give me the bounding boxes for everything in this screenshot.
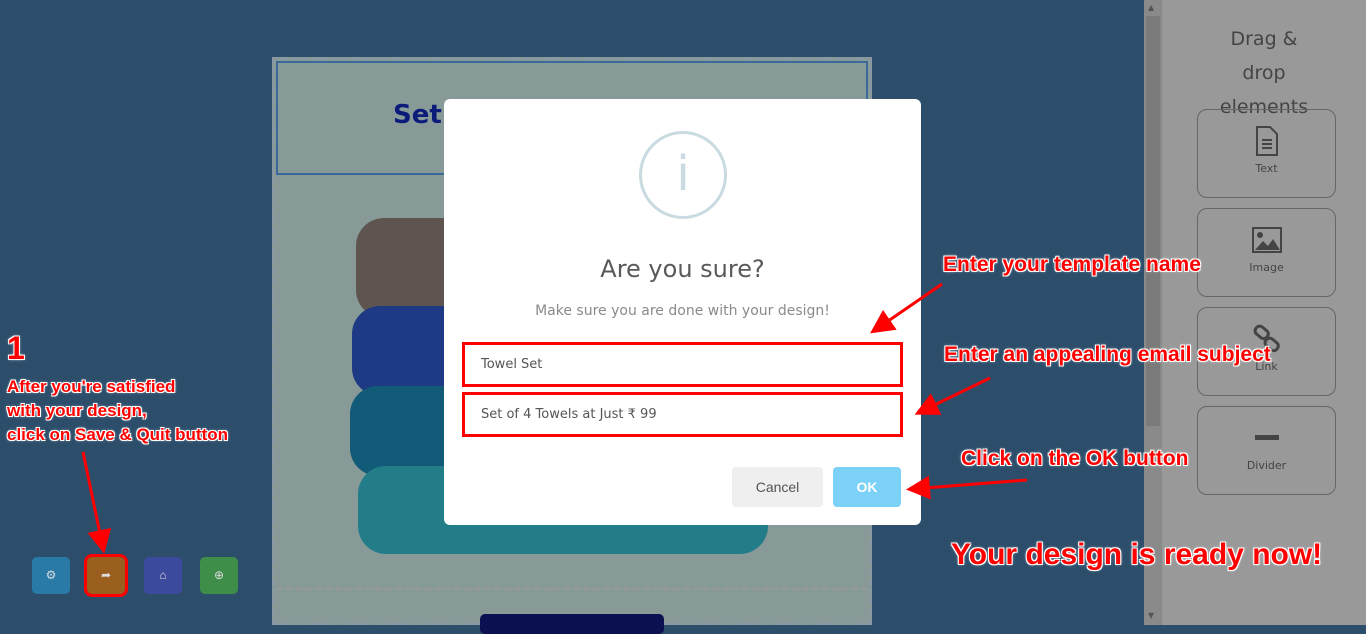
arrow bbox=[81, 451, 112, 554]
annotation-arrows bbox=[81, 282, 1028, 554]
arrow bbox=[906, 475, 1028, 500]
arrow bbox=[870, 282, 943, 334]
arrow bbox=[914, 376, 991, 415]
